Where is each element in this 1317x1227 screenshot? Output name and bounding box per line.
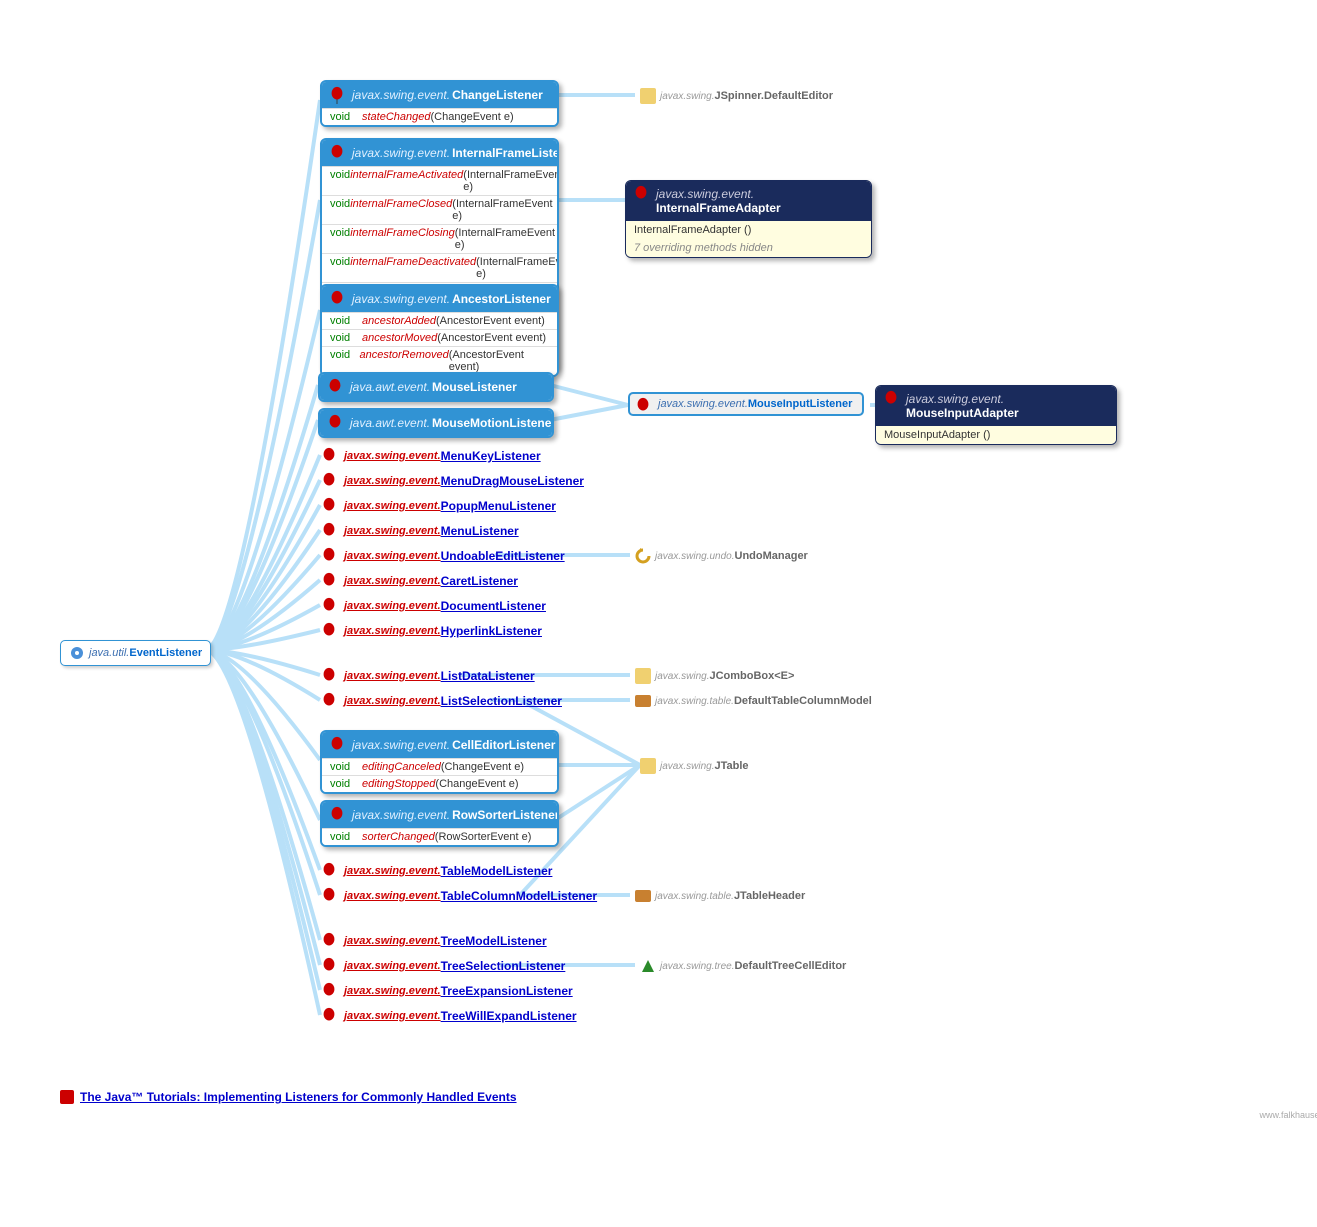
- simple-listener-menudragmouselistener[interactable]: javax.swing.event.MenuDragMouseListener: [320, 472, 584, 490]
- simple-listener-hyperlinklistener[interactable]: javax.swing.event.HyperlinkListener: [320, 622, 542, 640]
- simple-listener-tablecolumnmodellistener[interactable]: javax.swing.event.TableColumnModelListen…: [320, 887, 597, 905]
- jtable-label: javax.swing. JTable: [640, 758, 749, 774]
- ifl-header: javax.swing.event. InternalFrameListener: [322, 140, 557, 166]
- simple-listener-tablemodellistener[interactable]: javax.swing.event.TableModelListener: [320, 862, 552, 880]
- ifa-header: javax.swing.event. InternalFrameAdapter: [626, 181, 871, 221]
- jtableheader-label: javax.swing.table. JTableHeader: [635, 888, 805, 904]
- mousemotionlistener-box: java.awt.event. MouseMotionListener: [318, 408, 554, 438]
- simple-listener-undoableeditlistener[interactable]: javax.swing.event.UndoableEditListener: [320, 547, 565, 565]
- balloon-icon: [326, 414, 344, 432]
- undo-label: javax.swing.undo. UndoManager: [635, 548, 808, 564]
- undo-icon: [635, 548, 651, 564]
- balloon-icon: [320, 472, 338, 490]
- ifa-note: 7 overriding methods hidden: [626, 239, 871, 257]
- footer-tutorial-link[interactable]: The Java™ Tutorials: Implementing Listen…: [60, 1090, 517, 1104]
- method-row: voidancestorMoved(AncestorEvent event): [322, 329, 557, 346]
- balloon-icon: [320, 692, 338, 710]
- footer-link-text[interactable]: The Java™ Tutorials: Implementing Listen…: [80, 1090, 517, 1104]
- balloon-icon: [632, 185, 650, 203]
- balloon-icon: [328, 806, 346, 824]
- root-cls: EventListener: [129, 647, 202, 659]
- balloon-icon: [320, 932, 338, 950]
- balloon-icon: [320, 522, 338, 540]
- rsl-header: javax.swing.event. RowSorterListener: [322, 802, 557, 828]
- mouseinputlistener-box: javax.swing.event. MouseInputListener: [628, 392, 864, 416]
- jcombobox-label: javax.swing. JComboBox<E>: [635, 668, 794, 684]
- balloon-icon: [320, 547, 338, 565]
- ifa-ctor: InternalFrameAdapter (): [626, 221, 871, 239]
- defaulttcm-label: javax.swing.table. DefaultTableColumnMod…: [635, 693, 872, 709]
- changelistener-header: javax.swing.event. ChangeListener: [322, 82, 557, 108]
- simple-listener-menulistener[interactable]: javax.swing.event.MenuListener: [320, 522, 519, 540]
- balloon-icon: [328, 736, 346, 754]
- connector-icon: [640, 88, 656, 104]
- balloon-icon: [328, 290, 346, 308]
- al-header: javax.swing.event. AncestorListener: [322, 286, 557, 312]
- celleditorlistener-box: javax.swing.event. CellEditorListener vo…: [320, 730, 559, 794]
- balloon-icon: [320, 887, 338, 905]
- mia-ctor: MouseInputAdapter (): [876, 426, 1116, 444]
- simple-listener-documentlistener[interactable]: javax.swing.event.DocumentListener: [320, 597, 546, 615]
- method-row: voidinternalFrameClosing(InternalFrameEv…: [322, 224, 557, 253]
- balloon-icon: [320, 982, 338, 1000]
- mia-header: javax.swing.event. MouseInputAdapter: [876, 386, 1116, 426]
- simple-listener-popupmenulistener[interactable]: javax.swing.event.PopupMenuListener: [320, 497, 556, 515]
- ancestorlistener-box: javax.swing.event. AncestorListener void…: [320, 284, 559, 377]
- watermark: www.falkhausen.de: [1259, 1110, 1317, 1120]
- method-row: voidancestorRemoved(AncestorEvent event): [322, 346, 557, 375]
- balloon-icon: [320, 622, 338, 640]
- simple-listener-treewillexpandlistener[interactable]: javax.swing.event.TreeWillExpandListener: [320, 1007, 577, 1025]
- tree-icon: [640, 958, 656, 974]
- oracle-icon: [60, 1090, 74, 1104]
- balloon-icon: [320, 572, 338, 590]
- connector-icon: [635, 668, 651, 684]
- simple-listener-caretlistener[interactable]: javax.swing.event.CaretListener: [320, 572, 518, 590]
- balloon-icon: [634, 397, 652, 415]
- method-row: voideditingStopped(ChangeEvent e): [322, 775, 557, 792]
- balloon-icon: [328, 86, 346, 104]
- mouseinputadapter-box: javax.swing.event. MouseInputAdapter Mou…: [875, 385, 1117, 445]
- root-pkg: java.util.: [89, 647, 129, 659]
- gear-icon: [69, 645, 85, 661]
- simple-listener-treeselectionlistener[interactable]: javax.swing.event.TreeSelectionListener: [320, 957, 565, 975]
- connector-lines: [0, 0, 1317, 1187]
- simple-listener-treemodellistener[interactable]: javax.swing.event.TreeModelListener: [320, 932, 547, 950]
- changelistener-box: javax.swing.event. ChangeListener void s…: [320, 80, 559, 127]
- root-eventlistener: java.util. EventListener: [60, 640, 211, 666]
- connector-icon: [635, 888, 651, 904]
- balloon-icon: [326, 378, 344, 396]
- rowsorterlistener-box: javax.swing.event. RowSorterListener voi…: [320, 800, 559, 847]
- internalframeadapter-box: javax.swing.event. InternalFrameAdapter …: [625, 180, 872, 258]
- balloon-icon: [320, 1007, 338, 1025]
- simple-listener-listselectionlistener[interactable]: javax.swing.event.ListSelectionListener: [320, 692, 562, 710]
- method-row: voidinternalFrameActivated(InternalFrame…: [322, 166, 557, 195]
- balloon-icon: [328, 144, 346, 162]
- mml-header: java.awt.event. MouseMotionListener: [320, 410, 552, 436]
- balloon-icon: [320, 667, 338, 685]
- method-row: voideditingCanceled(ChangeEvent e): [322, 758, 557, 775]
- simple-listener-menukeylistener[interactable]: javax.swing.event.MenuKeyListener: [320, 447, 541, 465]
- cel-header: javax.swing.event. CellEditorListener: [322, 732, 557, 758]
- balloon-icon: [320, 447, 338, 465]
- method-row: voidinternalFrameClosed(InternalFrameEve…: [322, 195, 557, 224]
- treecelleditor-label: javax.swing.tree. DefaultTreeCellEditor: [640, 958, 846, 974]
- balloon-icon: [320, 862, 338, 880]
- balloon-icon: [320, 957, 338, 975]
- balloon-icon: [320, 497, 338, 515]
- ml-header: java.awt.event. MouseListener: [320, 374, 552, 400]
- method-row: voidinternalFrameDeactivated(InternalFra…: [322, 253, 557, 282]
- method-row: voidsorterChanged(RowSorterEvent e): [322, 828, 557, 845]
- method-row: void stateChanged (ChangeEvent e): [322, 108, 557, 125]
- balloon-icon: [882, 390, 900, 408]
- jspinner-label: javax.swing. JSpinner.DefaultEditor: [640, 88, 833, 104]
- balloon-icon: [320, 597, 338, 615]
- method-row: voidancestorAdded(AncestorEvent event): [322, 312, 557, 329]
- simple-listener-treeexpansionlistener[interactable]: javax.swing.event.TreeExpansionListener: [320, 982, 573, 1000]
- mouselistener-box: java.awt.event. MouseListener: [318, 372, 554, 402]
- connector-icon: [635, 693, 651, 709]
- simple-listener-listdatalistener[interactable]: javax.swing.event.ListDataListener: [320, 667, 535, 685]
- connector-icon: [640, 758, 656, 774]
